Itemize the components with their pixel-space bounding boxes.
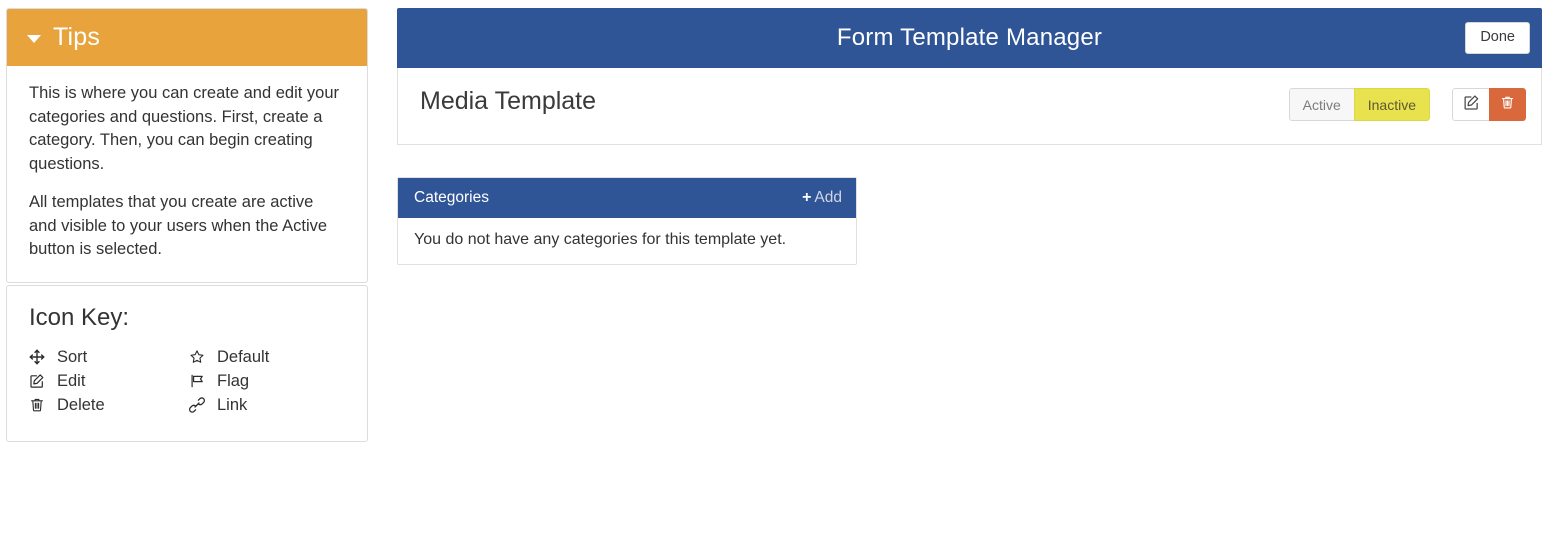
caret-down-icon[interactable] <box>27 35 41 43</box>
edit-template-button[interactable] <box>1452 88 1489 121</box>
active-state-button[interactable]: Active <box>1288 88 1354 121</box>
icon-key-item-link: Link <box>189 394 345 417</box>
icon-key-panel: Icon Key: Sort Default Edit Flag Delete … <box>6 284 368 442</box>
template-name: Media Template <box>420 87 597 115</box>
icon-key-label: Link <box>217 395 248 414</box>
trash-icon <box>1500 95 1515 115</box>
tips-paragraph: All templates that you create are active… <box>29 193 328 258</box>
tips-panel: Tips This is where you can create and ed… <box>6 8 368 283</box>
categories-title: Categories <box>414 189 489 206</box>
trash-icon <box>29 397 55 413</box>
template-icon-actions <box>1452 88 1526 121</box>
icon-key-title: Icon Key: <box>29 303 130 331</box>
sidebar: Tips This is where you can create and ed… <box>6 8 368 442</box>
main-content: Form Template Manager Done Media Templat… <box>397 8 1542 265</box>
tips-panel-header[interactable]: Tips <box>7 9 367 66</box>
tips-body: This is where you can create and edit yo… <box>7 66 367 282</box>
icon-key-label: Delete <box>57 395 105 414</box>
delete-template-button[interactable] <box>1489 88 1526 121</box>
categories-empty-message: You do not have any categories for this … <box>414 231 787 248</box>
link-chain-icon <box>189 397 215 413</box>
app-header: Form Template Manager Done <box>397 8 1542 68</box>
icon-key-label: Sort <box>57 347 88 366</box>
flag-icon <box>189 373 215 389</box>
pencil-square-icon <box>29 373 55 389</box>
template-card: Media Template Active Inactive <box>397 68 1542 145</box>
icon-key-label: Flag <box>217 371 250 390</box>
icon-key-item-edit: Edit <box>29 370 189 393</box>
tips-title: Tips <box>53 23 101 51</box>
icon-key-grid: Sort Default Edit Flag Delete Link <box>29 346 345 417</box>
icon-key-item-delete: Delete <box>29 394 189 417</box>
done-button[interactable]: Done <box>1465 22 1530 54</box>
pencil-square-icon <box>1463 94 1480 116</box>
star-outline-icon <box>189 349 215 365</box>
categories-panel-header: Categories + Add <box>398 178 856 218</box>
template-actions: Active Inactive <box>1288 88 1526 121</box>
add-category-label: Add <box>814 189 842 206</box>
icon-key-item-default: Default <box>189 346 345 369</box>
add-category-button[interactable]: + Add <box>802 189 842 207</box>
tips-paragraph: This is where you can create and edit yo… <box>29 84 339 173</box>
icon-key-label: Edit <box>57 371 86 390</box>
icon-key-label: Default <box>217 347 270 366</box>
template-state-toggle: Active Inactive <box>1288 88 1430 121</box>
categories-panel: Categories + Add You do not have any cat… <box>397 177 857 265</box>
plus-icon: + <box>802 189 812 206</box>
inactive-state-button[interactable]: Inactive <box>1353 88 1430 121</box>
page-title: Form Template Manager <box>836 24 1103 51</box>
icon-key-item-flag: Flag <box>189 370 345 393</box>
icon-key-item-sort: Sort <box>29 346 189 369</box>
arrows-move-icon <box>29 349 55 365</box>
